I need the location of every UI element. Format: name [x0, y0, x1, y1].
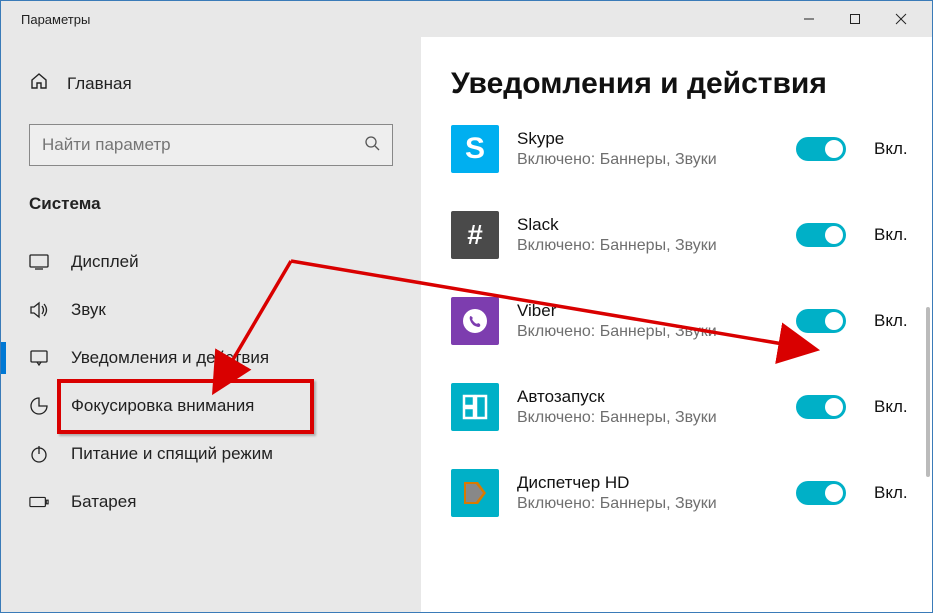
window-title: Параметры — [21, 12, 786, 27]
sidebar: Главная Система Дисплей — [1, 37, 421, 612]
search-input[interactable] — [42, 135, 364, 155]
display-icon — [29, 252, 49, 272]
toggle-label: Вкл. — [874, 483, 914, 503]
search-box[interactable] — [29, 124, 393, 166]
sidebar-item-label: Питание и спящий режим — [71, 444, 273, 464]
minimize-button[interactable] — [786, 3, 832, 35]
sidebar-item-label: Батарея — [71, 492, 136, 512]
app-info: Диспетчер HD Включено: Баннеры, Звуки — [517, 473, 778, 513]
app-row-autostart[interactable]: Автозапуск Включено: Баннеры, Звуки Вкл. — [451, 383, 914, 431]
app-name: Диспетчер HD — [517, 473, 778, 493]
sidebar-item-display[interactable]: Дисплей — [1, 238, 421, 286]
app-info: Viber Включено: Баннеры, Звуки — [517, 301, 778, 341]
toggle-hd[interactable] — [796, 481, 846, 505]
app-subtext: Включено: Баннеры, Звуки — [517, 237, 778, 255]
sidebar-item-label: Фокусировка внимания — [71, 396, 254, 416]
sidebar-item-label: Уведомления и действия — [71, 348, 269, 368]
app-subtext: Включено: Баннеры, Звуки — [517, 495, 778, 513]
app-info: Skype Включено: Баннеры, Звуки — [517, 129, 778, 169]
sidebar-item-focus[interactable]: Фокусировка внимания — [1, 382, 421, 430]
sidebar-item-label: Звук — [71, 300, 106, 320]
maximize-button[interactable] — [832, 3, 878, 35]
toggle-label: Вкл. — [874, 311, 914, 331]
titlebar: Параметры — [1, 1, 932, 37]
app-row-viber[interactable]: Viber Включено: Баннеры, Звуки Вкл. — [451, 297, 914, 345]
app-info: Slack Включено: Баннеры, Звуки — [517, 215, 778, 255]
slack-icon: # — [451, 211, 499, 259]
app-row-hd[interactable]: Диспетчер HD Включено: Баннеры, Звуки Вк… — [451, 469, 914, 517]
toggle-label: Вкл. — [874, 139, 914, 159]
sidebar-item-battery[interactable]: Батарея — [1, 478, 421, 526]
app-subtext: Включено: Баннеры, Звуки — [517, 323, 778, 341]
autostart-icon — [451, 383, 499, 431]
category-label: Система — [1, 194, 421, 214]
content-area: Главная Система Дисплей — [1, 37, 932, 612]
home-icon — [29, 71, 49, 96]
toggle-skype[interactable] — [796, 137, 846, 161]
scrollbar[interactable] — [926, 307, 930, 477]
app-name: Автозапуск — [517, 387, 778, 407]
settings-window: Параметры Главная — [0, 0, 933, 613]
close-button[interactable] — [878, 3, 924, 35]
home-label: Главная — [67, 74, 132, 94]
hd-icon — [451, 469, 499, 517]
toggle-label: Вкл. — [874, 225, 914, 245]
page-heading: Уведомления и действия — [451, 67, 914, 101]
sound-icon — [29, 300, 49, 320]
sidebar-item-notifications[interactable]: Уведомления и действия — [1, 334, 421, 382]
toggle-label: Вкл. — [874, 397, 914, 417]
toggle-viber[interactable] — [796, 309, 846, 333]
app-list: S Skype Включено: Баннеры, Звуки Вкл. # … — [451, 125, 914, 517]
app-info: Автозапуск Включено: Баннеры, Звуки — [517, 387, 778, 427]
app-row-slack[interactable]: # Slack Включено: Баннеры, Звуки Вкл. — [451, 211, 914, 259]
power-icon — [29, 444, 49, 464]
notifications-icon — [29, 348, 49, 368]
main-panel: Уведомления и действия S Skype Включено:… — [421, 37, 932, 612]
app-subtext: Включено: Баннеры, Звуки — [517, 409, 778, 427]
nav-list: Дисплей Звук Уведомления и действия — [1, 238, 421, 526]
toggle-slack[interactable] — [796, 223, 846, 247]
viber-icon — [451, 297, 499, 345]
app-subtext: Включено: Баннеры, Звуки — [517, 151, 778, 169]
focus-icon — [29, 396, 49, 416]
sidebar-item-label: Дисплей — [71, 252, 139, 272]
window-controls — [786, 3, 924, 35]
toggle-autostart[interactable] — [796, 395, 846, 419]
app-name: Slack — [517, 215, 778, 235]
sidebar-item-sound[interactable]: Звук — [1, 286, 421, 334]
search-icon — [364, 135, 380, 156]
battery-icon — [29, 492, 49, 512]
sidebar-item-power[interactable]: Питание и спящий режим — [1, 430, 421, 478]
skype-icon: S — [451, 125, 499, 173]
app-row-skype[interactable]: S Skype Включено: Баннеры, Звуки Вкл. — [451, 125, 914, 173]
app-name: Viber — [517, 301, 778, 321]
home-button[interactable]: Главная — [1, 65, 421, 102]
app-name: Skype — [517, 129, 778, 149]
